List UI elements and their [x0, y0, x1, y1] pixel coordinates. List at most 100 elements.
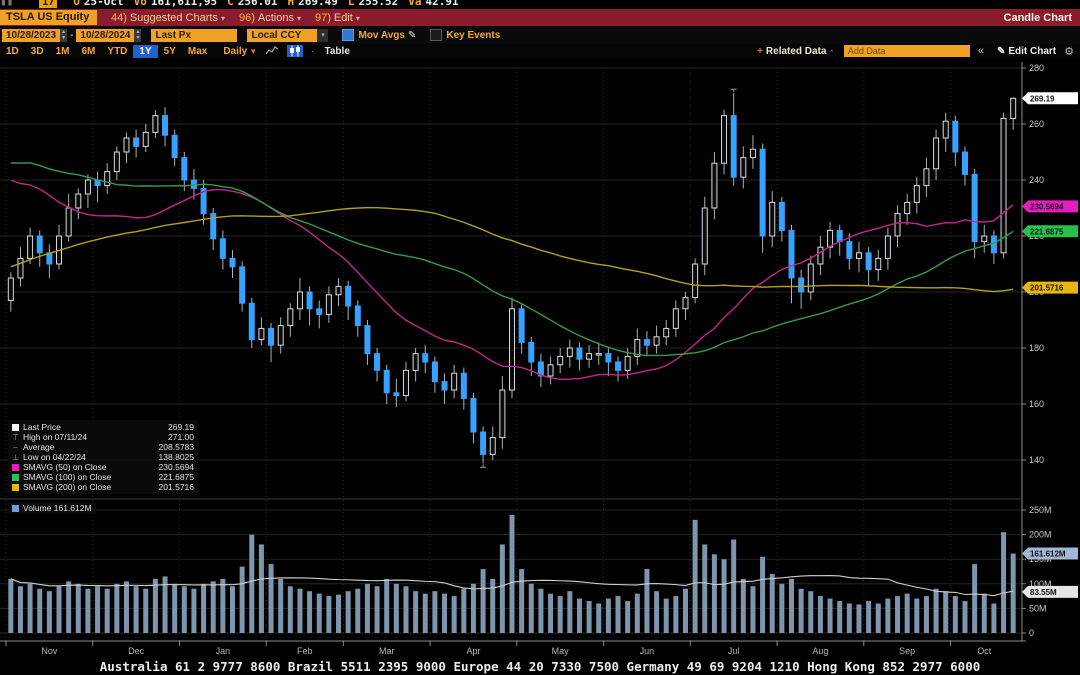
legend-label: SMAVG (100) on Close	[23, 472, 151, 482]
volume-legend-value: 161.612M	[54, 503, 92, 513]
mov-avgs-checkbox[interactable]	[342, 29, 354, 41]
date-range-separator: -	[70, 30, 73, 41]
legend-row: SMAVG (50) on Close 230.5694	[12, 462, 194, 472]
plus-icon: +	[757, 46, 763, 57]
date-to-input[interactable]: 10/28/2024	[76, 29, 134, 42]
quote-field-value: 256.01	[238, 0, 278, 8]
smavg-line	[11, 208, 1013, 292]
quote-field-key: L	[348, 0, 355, 8]
chevron-down-icon: ▼	[249, 47, 257, 56]
date-from-input[interactable]: 10/28/2023	[2, 29, 60, 42]
volume-legend-label: Volume	[23, 503, 51, 513]
svg-text:160: 160	[1029, 399, 1044, 409]
candle-chart-icon[interactable]	[287, 45, 303, 57]
svg-text:Apr: Apr	[466, 646, 480, 656]
quote-field-value: 255.52	[359, 0, 399, 8]
currency-select[interactable]: Local CCY	[247, 29, 317, 42]
range-button-3d[interactable]: 3D	[25, 45, 50, 58]
security-ticker[interactable]: TSLA US Equity	[0, 10, 97, 25]
svg-text:Jun: Jun	[640, 646, 655, 656]
legend-row: –Average208.5783	[12, 442, 194, 452]
legend-row: ⊤ High on 07/11/24 271.00	[12, 432, 194, 442]
menu-suggested-charts[interactable]: 44)Suggested Charts▾	[111, 12, 225, 24]
svg-text:180: 180	[1029, 343, 1044, 353]
svg-text:240: 240	[1029, 175, 1044, 185]
legend-marker-glyph: ⊤	[12, 433, 19, 442]
frequency-select[interactable]: Daily	[223, 46, 247, 57]
svg-text:140: 140	[1029, 455, 1044, 465]
collapse-panel-button[interactable]: «	[978, 45, 984, 57]
legend-marker-glyph: ⊥	[12, 453, 19, 462]
range-button-1d[interactable]: 1D	[0, 45, 25, 58]
legend-chip	[12, 484, 19, 491]
svg-text:83.55M: 83.55M	[1030, 588, 1057, 597]
legend-value: 221.6875	[159, 472, 194, 482]
svg-text:161.612M: 161.612M	[1030, 549, 1066, 558]
range-buttons: 1D3D1M6MYTD1Y5YMax	[0, 45, 213, 58]
svg-text:0: 0	[1029, 628, 1034, 638]
svg-text:269.19: 269.19	[1030, 94, 1055, 103]
table-button[interactable]: Table	[325, 46, 350, 57]
title-bar: TSLA US Equity 44)Suggested Charts▾ 96)A…	[0, 9, 1080, 26]
quote-field-value: 161,611,95	[151, 0, 217, 8]
legend-label: SMAVG (200) on Close	[23, 482, 151, 492]
legend-label: SMAVG (50) on Close	[23, 462, 151, 472]
date-from-spinner[interactable]: ▲▼	[60, 29, 67, 42]
svg-text:Oct: Oct	[977, 646, 992, 656]
menu-edit[interactable]: 97)Edit▾	[315, 12, 360, 24]
date-to-spinner[interactable]: ▲▼	[134, 29, 141, 42]
svg-text:Dec: Dec	[128, 646, 145, 656]
svg-text:Mar: Mar	[379, 646, 395, 656]
volume-bars	[8, 515, 1015, 633]
svg-text:50M: 50M	[1029, 603, 1047, 613]
range-button-1m[interactable]: 1M	[50, 45, 76, 58]
legend-label: High on 07/11/24	[23, 432, 160, 442]
add-data-input[interactable]	[844, 45, 970, 57]
legend-value: 269.19	[168, 422, 194, 432]
legend-label: Last Price	[23, 422, 160, 432]
gear-icon[interactable]: ⚙	[1064, 45, 1074, 58]
key-events-label: Key Events	[446, 30, 500, 41]
chart-type-title: Candle Chart	[1004, 12, 1072, 24]
range-button-1y[interactable]: 1Y	[133, 45, 157, 58]
currency-dropdown-arrow[interactable]: ▾	[317, 29, 328, 42]
range-button-6m[interactable]: 6M	[76, 45, 102, 58]
legend-row: SMAVG (200) on Close 201.5716	[12, 482, 194, 492]
legend-value: 201.5716	[159, 482, 194, 492]
menu-actions[interactable]: 96)Actions▾	[239, 12, 301, 24]
quote-field-key: C	[227, 0, 234, 8]
legend-chip	[12, 474, 19, 481]
price-volume-chart[interactable]: NovDecJanFebMarAprMayJunJulAugSepOct2023…	[0, 58, 1080, 658]
key-events-checkbox[interactable]	[430, 29, 442, 41]
range-button-max[interactable]: Max	[182, 45, 213, 58]
range-button-ytd[interactable]: YTD	[101, 45, 133, 58]
related-data-button[interactable]: +Related Data·	[757, 46, 834, 57]
open-label: O	[73, 0, 80, 8]
svg-text:Nov: Nov	[41, 646, 58, 656]
range-button-5y[interactable]: 5Y	[158, 45, 182, 58]
svg-text:221.6875: 221.6875	[1030, 227, 1064, 236]
pencil-icon[interactable]: ✎	[408, 30, 416, 41]
svg-text:250M: 250M	[1029, 505, 1052, 515]
edit-chart-button[interactable]: ✎Edit Chart	[994, 46, 1056, 57]
svg-text:201.5716: 201.5716	[1030, 284, 1064, 293]
svg-text:Jul: Jul	[728, 646, 740, 656]
candles	[8, 93, 1015, 463]
chevron-down-icon: ▾	[297, 14, 301, 23]
quote-field-value: 42.91	[426, 0, 459, 8]
legend-label: Average	[23, 442, 151, 452]
legend-chip	[12, 464, 19, 471]
price-field-select[interactable]: Last Px	[151, 29, 237, 42]
svg-text:230.5694: 230.5694	[1030, 202, 1064, 211]
volume-legend-chip	[12, 505, 19, 512]
svg-text:May: May	[552, 646, 570, 656]
quote-field-key: H	[288, 0, 295, 8]
line-chart-icon[interactable]	[265, 45, 279, 57]
quote-strip-left-decoration: ▮▮	[0, 0, 13, 8]
legend-value: 230.5694	[159, 462, 194, 472]
svg-text:Jan: Jan	[216, 646, 231, 656]
legend-value: 271.00	[168, 432, 194, 442]
chevron-down-icon: ▾	[356, 14, 360, 23]
volume-legend: Volume 161.612M	[8, 502, 96, 514]
legend-label: Low on 04/22/24	[23, 452, 151, 462]
